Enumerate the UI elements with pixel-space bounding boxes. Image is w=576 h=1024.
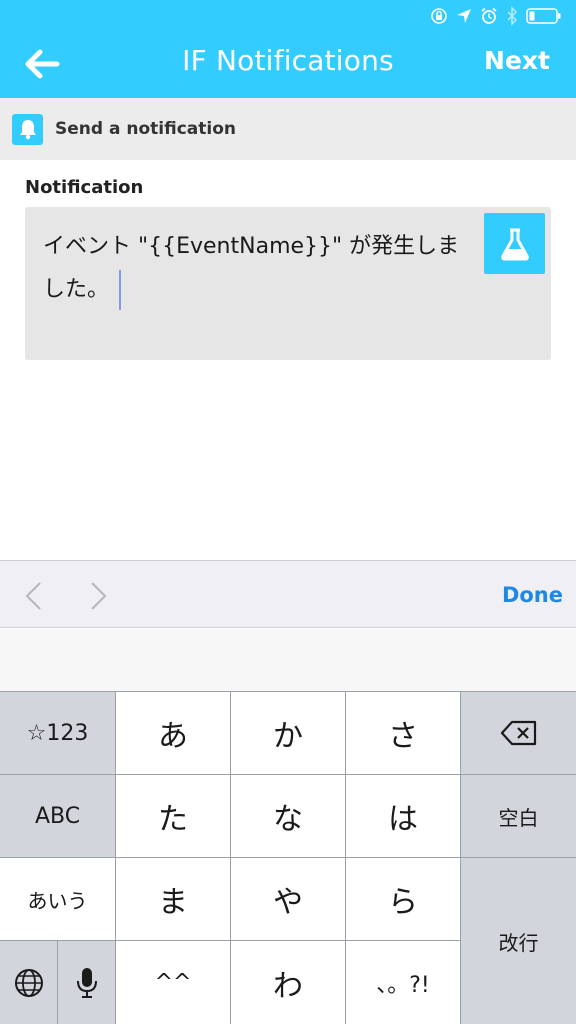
key-return[interactable]: 改行 (461, 858, 576, 1024)
key-wa[interactable]: わ (231, 941, 345, 1024)
key-ha[interactable]: は (346, 775, 460, 857)
key-symbols[interactable]: ☆123 (0, 692, 115, 774)
prediction-bar (0, 629, 576, 691)
key-abc[interactable]: ABC (0, 775, 115, 857)
key-ya[interactable]: や (231, 858, 345, 940)
header-bar: IF Notifications Next (0, 0, 576, 98)
globe-key[interactable] (0, 941, 57, 1024)
japanese-keyboard: ☆123 ABC あいう あ か さ た な は ま や ら ^^ わ 、。?!… (0, 691, 576, 1024)
notification-text-line2-wrapper: した。 (43, 268, 463, 311)
action-row: Send a notification (0, 98, 576, 160)
add-ingredient-button[interactable] (484, 213, 545, 274)
notification-text-line1: イベント "{{EventName}}" が発生しま (43, 234, 460, 259)
chevron-right-icon[interactable] (86, 581, 110, 611)
rotation-lock-icon (431, 8, 447, 24)
notification-input[interactable]: イベント "{{EventName}}" が発生しま した。 (25, 207, 551, 360)
key-space[interactable]: 空白 (461, 775, 576, 857)
key-ma[interactable]: ま (116, 858, 230, 940)
notification-text[interactable]: イベント "{{EventName}}" が発生しま した。 (43, 225, 463, 311)
microphone-icon (76, 967, 97, 998)
app-window: IF Notifications Next Send a notificatio… (0, 0, 576, 1024)
battery-icon (526, 8, 561, 24)
key-a[interactable]: あ (116, 692, 230, 774)
bluetooth-icon (507, 6, 518, 26)
key-ka[interactable]: か (231, 692, 345, 774)
key-sa[interactable]: さ (346, 692, 460, 774)
chevron-left-icon[interactable] (22, 581, 46, 611)
key-kana-mode[interactable]: あいう (0, 858, 115, 940)
bell-icon (12, 113, 43, 145)
action-label: Send a notification (55, 119, 236, 139)
globe-icon (14, 968, 43, 997)
flask-icon (500, 228, 529, 260)
key-emoticon[interactable]: ^^ (116, 941, 230, 1024)
alarm-icon (481, 7, 497, 24)
key-ta[interactable]: た (116, 775, 230, 857)
key-ra[interactable]: ら (346, 858, 460, 940)
next-button[interactable]: Next (484, 46, 550, 75)
keyboard-accessory-bar: Done (0, 560, 576, 628)
text-caret (119, 270, 122, 310)
location-arrow-icon (457, 9, 471, 23)
microphone-key[interactable] (58, 941, 115, 1024)
key-na[interactable]: な (231, 775, 345, 857)
key-punctuation[interactable]: 、。?! (346, 941, 460, 1024)
notification-text-line2: した。 (43, 277, 110, 302)
done-button[interactable]: Done (502, 583, 563, 607)
delete-key[interactable] (461, 692, 576, 774)
delete-icon (500, 720, 536, 746)
status-bar (430, 4, 562, 28)
notification-field-label: Notification (25, 177, 144, 198)
